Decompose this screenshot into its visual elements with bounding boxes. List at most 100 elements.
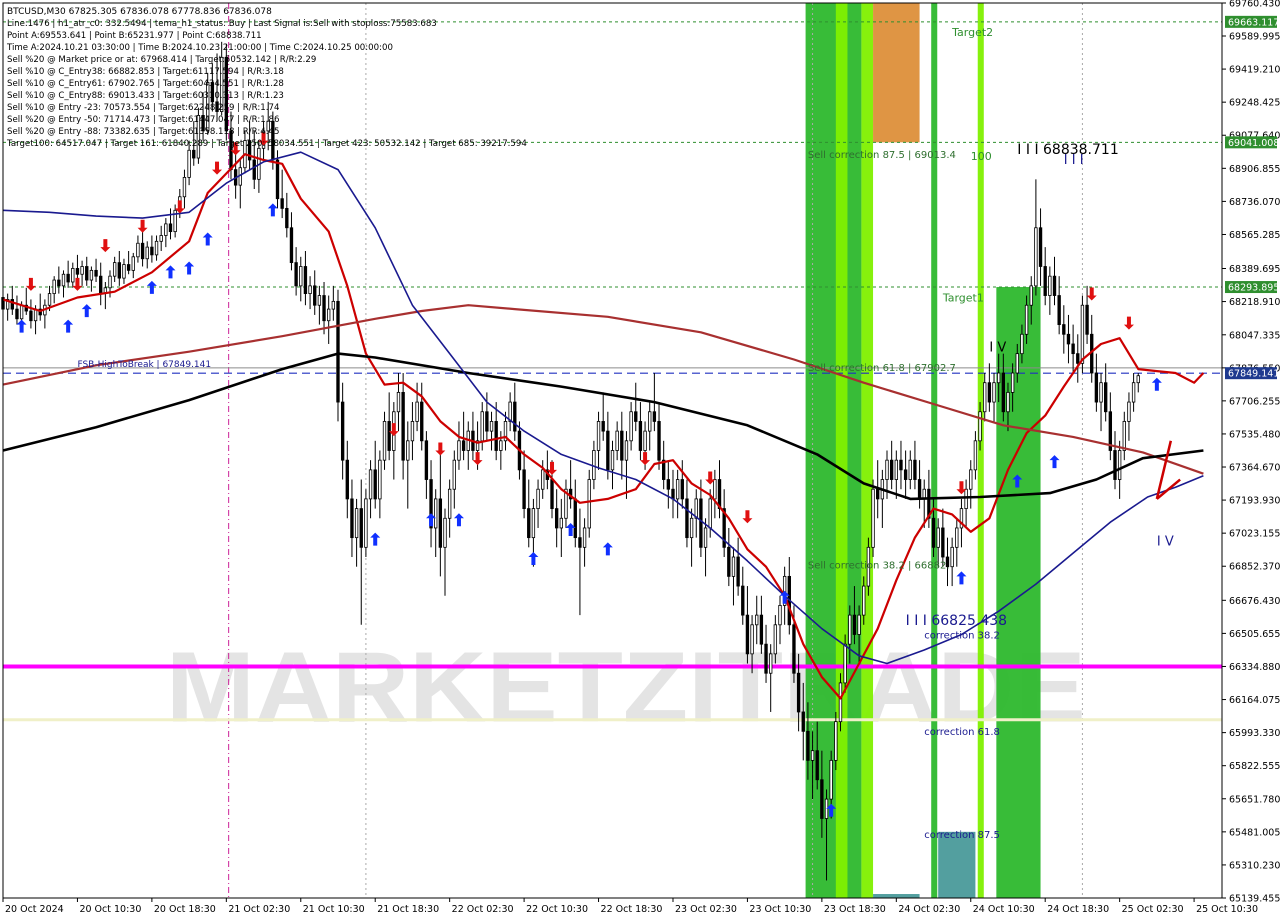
candle-body-bull xyxy=(689,517,694,539)
x-tick-label: 21 Oct 18:30 xyxy=(377,904,439,915)
candle-body-bear xyxy=(1001,372,1006,413)
x-tick-label: 21 Oct 02:30 xyxy=(228,904,290,915)
candle-body-bear xyxy=(1113,450,1117,480)
x-tick-label: 20 Oct 18:30 xyxy=(154,904,216,915)
candle-body-bull xyxy=(447,488,452,519)
candle-body-bull xyxy=(559,517,564,529)
chart-annotation: I V xyxy=(989,341,1006,356)
candle-body-bear xyxy=(345,459,349,500)
candle-body-bear xyxy=(285,207,289,229)
info-line: Sell %10 @ Entry -23: 70573.554 | Target… xyxy=(7,103,279,113)
candle-body-bear xyxy=(1043,266,1047,296)
candle-body-bull xyxy=(610,450,615,471)
candle-body-bull xyxy=(122,264,126,279)
candle-body-bull xyxy=(629,411,633,442)
y-tick-label: 65822.555 xyxy=(1229,761,1280,772)
candle-body-bull xyxy=(615,430,619,451)
candle-body-bull xyxy=(452,459,456,490)
candle-body-bear xyxy=(1076,353,1080,364)
chart-canvas[interactable]: MARKETZITRADE Target2Target1I I I 68838.… xyxy=(0,0,1280,920)
candle-body-bull xyxy=(536,488,540,509)
chart-annotation: correction 61.8 xyxy=(924,727,1000,738)
y-tick-label: 66852.370 xyxy=(1229,562,1280,573)
chart-annotation: Sell correction 61.8 | 67902.7 xyxy=(808,363,956,374)
price-label-text: 69041.008 xyxy=(1228,138,1279,149)
candle-body-bull xyxy=(531,508,536,539)
candle-body-bear xyxy=(15,308,19,320)
info-line: Target100: 64517.047 | Target 161: 61840… xyxy=(6,139,527,149)
candle-body-bear xyxy=(876,488,880,500)
candle-body-bull xyxy=(1015,353,1019,374)
candle xyxy=(336,289,340,422)
candle-body-bull xyxy=(582,527,587,548)
candle-body-bear xyxy=(917,479,922,500)
info-line: Sell %20 @ Entry -88: 73382.635 | Target… xyxy=(7,127,279,137)
candle-body-bear xyxy=(150,246,154,256)
candle-body-bear xyxy=(438,498,443,548)
candle-body-bear xyxy=(303,266,308,295)
candle-body-bull xyxy=(964,488,968,509)
candle-body-bull xyxy=(1048,275,1052,296)
y-tick-label: 68047.335 xyxy=(1229,330,1280,341)
candle-body-bear xyxy=(852,614,857,635)
candle-body-bull xyxy=(1117,450,1122,480)
y-tick-label: 66676.430 xyxy=(1229,596,1280,607)
candle-body-bull xyxy=(973,440,978,471)
candle-body-bull xyxy=(862,585,866,616)
candle-body-bull xyxy=(541,469,545,490)
x-tick-label: 24 Oct 10:30 xyxy=(973,904,1035,915)
x-tick-label: 21 Oct 10:30 xyxy=(303,904,365,915)
candle-body-bear xyxy=(140,242,145,260)
y-tick-label: 67364.670 xyxy=(1229,463,1280,474)
candle-body-bull xyxy=(843,643,847,684)
candle-body-bull xyxy=(731,556,736,577)
candle-body-bear xyxy=(1057,295,1061,325)
zone-6 xyxy=(938,831,976,898)
y-tick-label: 69589.995 xyxy=(1229,32,1280,43)
candle-body-bear xyxy=(680,479,684,500)
candle-body-bear xyxy=(759,614,764,645)
candle-body-bull xyxy=(624,440,629,461)
candle-body-bear xyxy=(657,421,661,461)
candle-body-bear xyxy=(736,556,740,587)
candle-body-bull xyxy=(992,382,996,403)
price-label-text: 68293.895 xyxy=(1228,283,1279,294)
chart-annotation: 100 xyxy=(971,150,992,163)
candle-body-bear xyxy=(461,440,466,451)
candle-body-bull xyxy=(1010,372,1015,393)
candle-body-bull xyxy=(1034,227,1038,287)
candle-body-bear xyxy=(941,527,945,558)
candle-body-bear xyxy=(741,585,745,616)
candle-body-bear xyxy=(373,469,377,500)
candle-body-bear xyxy=(75,268,80,275)
candle-body-bull xyxy=(182,176,187,198)
candle-body-bull xyxy=(410,421,415,442)
candle-body-bear xyxy=(527,508,531,539)
candle-body-bull xyxy=(1024,304,1029,335)
candle-body-bull xyxy=(592,450,596,480)
candle-body-bear xyxy=(801,711,805,732)
candle-body-bull xyxy=(19,304,24,320)
candle-body-bull xyxy=(983,382,987,413)
candle-body-bear xyxy=(126,264,131,271)
candle-body-bear xyxy=(806,730,810,761)
candle-body-bull xyxy=(755,614,759,626)
candle-body-bull xyxy=(885,459,889,480)
candle-body-bull xyxy=(587,479,591,529)
candle-body-bull xyxy=(810,750,815,761)
candle-body-bull xyxy=(648,411,652,432)
candle-body-bear xyxy=(792,624,796,674)
candle-body-bull xyxy=(769,653,773,674)
zone-3 xyxy=(873,3,920,143)
candle-body-bull xyxy=(327,308,331,322)
x-tick-label: 20 Oct 10:30 xyxy=(79,904,141,915)
x-tick-label: 23 Oct 18:30 xyxy=(824,904,886,915)
candle-body-bear xyxy=(638,421,643,451)
candle-body-bull xyxy=(950,546,954,568)
candle-body-bear xyxy=(336,300,340,403)
y-tick-label: 68565.285 xyxy=(1229,230,1280,241)
y-tick-label: 69248.425 xyxy=(1229,98,1280,109)
chart-header: BTCUSD,M30 67825.305 67836.078 67778.836… xyxy=(7,7,272,17)
candle-body-bull xyxy=(1029,285,1033,306)
candle-body-bull xyxy=(47,293,52,306)
